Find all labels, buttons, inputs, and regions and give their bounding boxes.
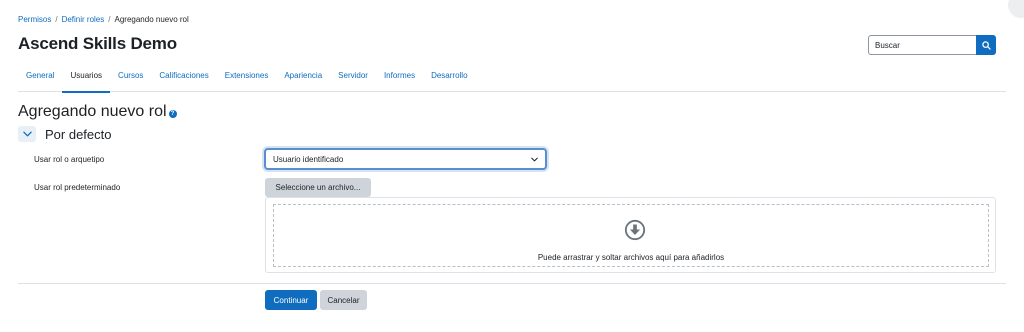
dropzone-area: Puede arrastrar y soltar archivos aquí p… xyxy=(273,204,989,267)
tab-calificaciones[interactable]: Calificaciones xyxy=(151,64,216,92)
search-icon xyxy=(981,40,991,50)
section-header: Por defecto xyxy=(18,126,112,142)
corner-decoration xyxy=(1008,0,1024,18)
tab-extensiones[interactable]: Extensiones xyxy=(217,64,277,92)
form-divider xyxy=(18,283,1006,284)
file-dropzone[interactable]: Puede arrastrar y soltar archivos aquí p… xyxy=(265,197,996,273)
breadcrumb-separator: / xyxy=(108,15,111,24)
chevron-down-icon xyxy=(531,157,538,161)
tab-informes[interactable]: Informes xyxy=(376,64,423,92)
download-circle-icon xyxy=(624,219,646,241)
page-heading: Agregando nuevo rol ? xyxy=(18,103,177,121)
breadcrumb-separator: / xyxy=(55,15,58,24)
tab-cursos[interactable]: Cursos xyxy=(110,64,151,92)
breadcrumb-link-definir-roles[interactable]: Definir roles xyxy=(62,15,105,24)
breadcrumb: Permisos / Definir roles / Agregando nue… xyxy=(18,15,189,24)
tab-apariencia[interactable]: Apariencia xyxy=(276,64,330,92)
breadcrumb-current: Agregando nuevo rol xyxy=(114,15,189,24)
search-input[interactable] xyxy=(868,35,976,55)
archetype-select-value: Usuario identificado xyxy=(273,154,344,164)
preset-label: Usar rol predeterminado xyxy=(34,183,121,192)
cancel-button[interactable]: Cancelar xyxy=(320,290,367,310)
continue-button[interactable]: Continuar xyxy=(265,290,317,310)
page-heading-text: Agregando nuevo rol xyxy=(18,103,167,120)
tab-usuarios[interactable]: Usuarios xyxy=(62,64,110,93)
section-title: Por defecto xyxy=(45,126,112,142)
archetype-label: Usar rol o arquetipo xyxy=(34,155,105,164)
site-title: Ascend Skills Demo xyxy=(18,34,177,53)
search-box xyxy=(868,35,996,55)
tab-general[interactable]: General xyxy=(18,64,62,92)
dropzone-text: Puede arrastrar y soltar archivos aquí p… xyxy=(537,253,725,262)
tab-desarrollo[interactable]: Desarrollo xyxy=(423,64,475,92)
choose-file-button[interactable]: Seleccione un archivo... xyxy=(265,178,371,197)
archetype-select[interactable]: Usuario identificado xyxy=(264,148,547,170)
question-circle-icon[interactable]: ? xyxy=(168,109,177,118)
admin-tabs: General Usuarios Cursos Calificaciones E… xyxy=(18,64,1006,93)
chevron-down-icon xyxy=(22,131,32,137)
breadcrumb-link-permisos[interactable]: Permisos xyxy=(18,15,51,24)
section-collapse-toggle[interactable] xyxy=(18,126,36,142)
tab-servidor[interactable]: Servidor xyxy=(330,64,376,92)
search-button[interactable] xyxy=(976,35,996,55)
